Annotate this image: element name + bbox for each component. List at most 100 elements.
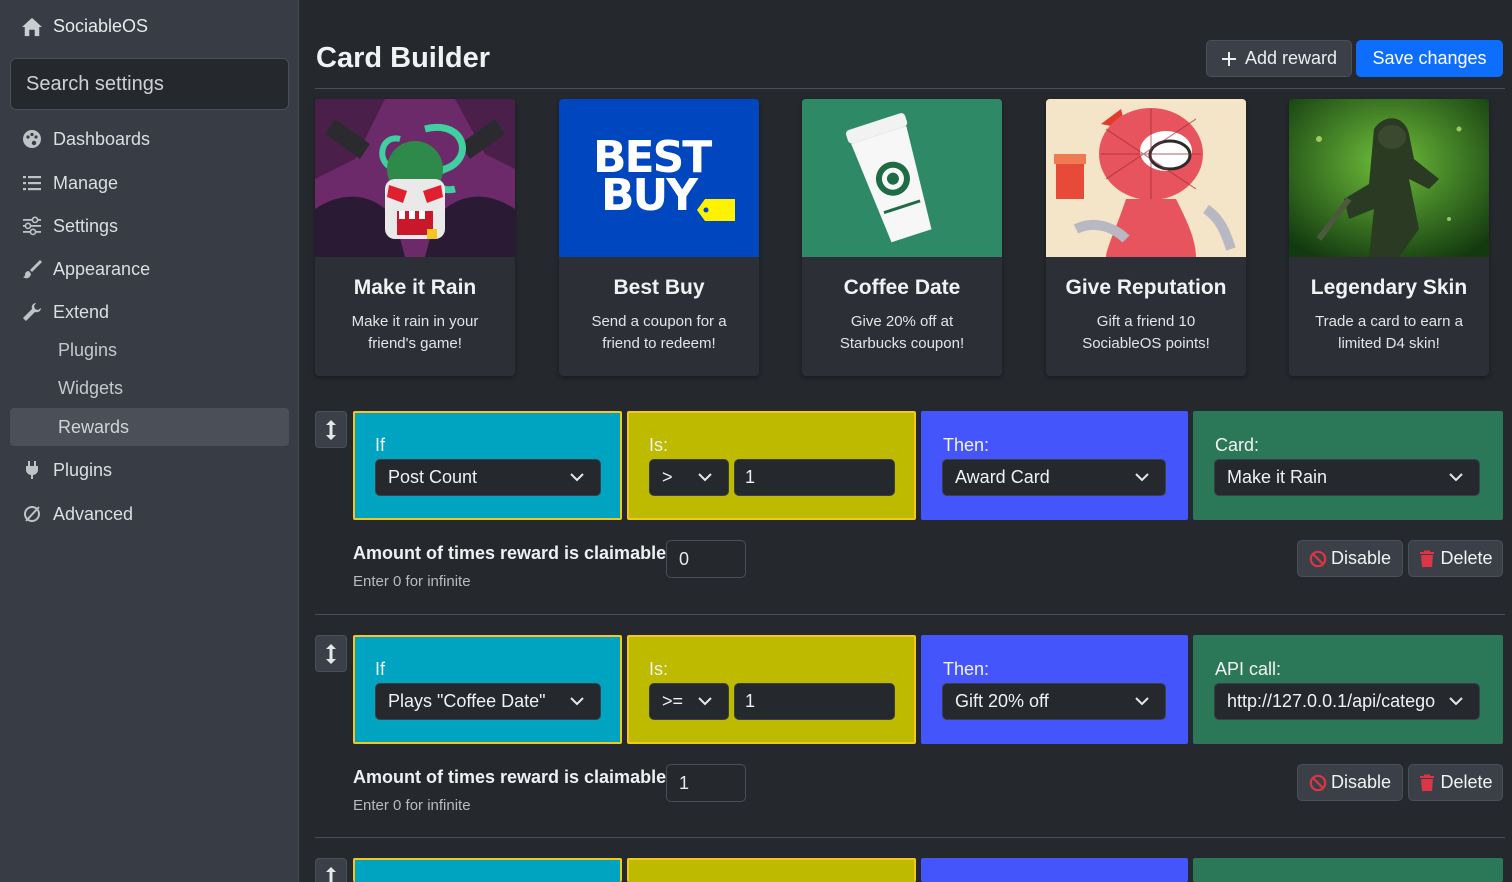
then-block: Then: Award Card <box>921 411 1188 520</box>
target-value: http://127.0.0.1/api/category <box>1227 691 1435 711</box>
sidebar-subitem-plugins[interactable]: Plugins <box>10 331 289 369</box>
drag-handle[interactable] <box>315 411 347 448</box>
circle-slash-icon <box>24 506 40 522</box>
chevron-down-icon <box>698 697 712 706</box>
drag-handle[interactable] <box>315 858 347 882</box>
card-description: Trade a card to earn a limited D4 skin! <box>1315 313 1463 352</box>
brand[interactable]: SociableOS <box>21 16 148 37</box>
if-block <box>353 858 622 882</box>
claimable-value: 1 <box>679 772 690 793</box>
price-tag-icon <box>697 199 735 221</box>
card-title: Give Reputation <box>1065 276 1227 299</box>
wrench-icon <box>23 303 41 321</box>
sidebar-item-extend[interactable]: Extend <box>22 300 109 324</box>
if-block: If Post Count <box>353 411 622 520</box>
sidebar-item-appearance[interactable]: Appearance <box>22 257 150 281</box>
chevron-down-icon <box>1449 697 1463 706</box>
sidebar: SociableOS Search settings Dashboards Ma… <box>0 0 299 882</box>
delete-button[interactable]: Delete <box>1408 540 1503 577</box>
condition-select[interactable]: Post Count <box>375 459 601 496</box>
sidebar-item-dashboards[interactable]: Dashboards <box>22 127 150 151</box>
card-image <box>802 99 1002 257</box>
card-image <box>1046 99 1246 257</box>
sidebar-item-plugins[interactable]: Plugins <box>22 458 112 482</box>
search-placeholder: Search settings <box>26 72 164 95</box>
delete-label: Delete <box>1440 772 1493 792</box>
chevron-down-icon <box>1449 473 1463 482</box>
operator-select[interactable]: > <box>649 459 729 496</box>
sidebar-item-advanced[interactable]: Advanced <box>22 502 133 526</box>
chevron-down-icon <box>1135 697 1149 706</box>
if-block: If Plays "Coffee Date" <box>353 635 622 744</box>
logo-line-2: BUY <box>601 170 698 221</box>
reward-card-legendary-skin[interactable]: Legendary Skin Trade a card to earn a li… <box>1289 99 1489 376</box>
card-title: Coffee Date <box>843 276 961 299</box>
divider <box>315 837 1505 838</box>
ban-icon <box>1309 774 1327 791</box>
if-label: If <box>375 435 386 455</box>
target-label: API call: <box>1215 659 1282 679</box>
search-input[interactable]: Search settings <box>10 58 289 110</box>
is-label: Is: <box>649 659 669 679</box>
action-value: Gift 20% off <box>955 691 1049 711</box>
then-block: Then: Gift 20% off <box>921 635 1188 744</box>
claimable-input[interactable]: 1 <box>666 764 746 802</box>
amount-value: 1 <box>745 691 756 711</box>
action-select[interactable]: Gift 20% off <box>942 683 1166 720</box>
amount-value: 1 <box>745 467 756 487</box>
vertical-arrows-icon <box>326 866 336 882</box>
sidebar-item-manage[interactable]: Manage <box>22 171 118 195</box>
sidebar-subitem-rewards[interactable]: Rewards <box>10 408 289 446</box>
operator-value: > <box>662 467 673 487</box>
add-reward-button[interactable]: Add reward <box>1206 40 1352 77</box>
then-label: Then: <box>943 659 990 679</box>
trash-icon <box>1420 550 1435 567</box>
card-description: Make it rain in your friend's game! <box>351 313 479 352</box>
reward-card-best-buy[interactable]: BEST BUY Best Buy Send a coupon for a fr… <box>559 99 759 376</box>
sidebar-subitem-widgets[interactable]: Widgets <box>10 369 289 407</box>
card-image: BEST BUY <box>559 99 759 257</box>
sidebar-item-label: Plugins <box>53 459 113 480</box>
brush-icon <box>23 260 42 279</box>
disable-button[interactable]: Disable <box>1297 764 1403 801</box>
target-value: Make it Rain <box>1227 467 1328 487</box>
trash-icon <box>1420 774 1435 791</box>
amount-input[interactable]: 1 <box>734 683 895 720</box>
reward-card-coffee-date[interactable]: Coffee Date Give 20% off at Starbucks co… <box>802 99 1002 376</box>
claimable-label: Amount of times reward is claimable <box>353 543 667 563</box>
disable-button[interactable]: Disable <box>1297 540 1403 577</box>
delete-button[interactable]: Delete <box>1408 764 1503 801</box>
sidebar-item-label: Dashboards <box>53 128 151 149</box>
home-icon <box>22 17 42 36</box>
save-changes-label: Save changes <box>1372 48 1487 68</box>
operator-select[interactable]: >= <box>649 683 729 720</box>
is-label: Is: <box>649 435 669 455</box>
reward-card-give-reputation[interactable]: Give Reputation Gift a friend 10 Sociabl… <box>1046 99 1246 376</box>
best-buy-logo: BEST BUY <box>593 136 712 221</box>
main-content: Card Builder Add reward Save changes Mak… <box>300 0 1512 882</box>
disable-label: Disable <box>1330 772 1392 792</box>
condition-select[interactable]: Plays "Coffee Date" <box>375 683 601 720</box>
drag-handle[interactable] <box>315 635 347 672</box>
claimable-input[interactable]: 0 <box>666 540 746 578</box>
target-select[interactable]: Make it Rain <box>1214 459 1480 496</box>
chevron-down-icon <box>1135 473 1149 482</box>
is-block: Is: >= 1 <box>627 635 916 744</box>
sidebar-subitem-label: Rewards <box>58 416 130 437</box>
api-url-select[interactable]: http://127.0.0.1/api/category <box>1214 683 1480 720</box>
sidebar-item-settings[interactable]: Settings <box>22 214 118 238</box>
palette-icon <box>23 130 41 148</box>
action-select[interactable]: Award Card <box>942 459 1166 496</box>
save-changes-button[interactable]: Save changes <box>1356 40 1503 77</box>
amount-input[interactable]: 1 <box>734 459 895 496</box>
ban-icon <box>1309 550 1327 567</box>
list-icon <box>23 176 41 191</box>
vertical-arrows-icon <box>326 643 336 664</box>
plug-icon <box>26 461 38 479</box>
sidebar-item-label: Appearance <box>53 258 151 279</box>
claimable-hint: Enter 0 for infinite <box>353 573 471 590</box>
card-description: Give 20% off at Starbucks coupon! <box>839 313 965 352</box>
card-title: Legendary Skin <box>1310 276 1468 299</box>
divider <box>315 614 1505 615</box>
reward-card-make-it-rain[interactable]: Make it Rain Make it rain in your friend… <box>315 99 515 376</box>
